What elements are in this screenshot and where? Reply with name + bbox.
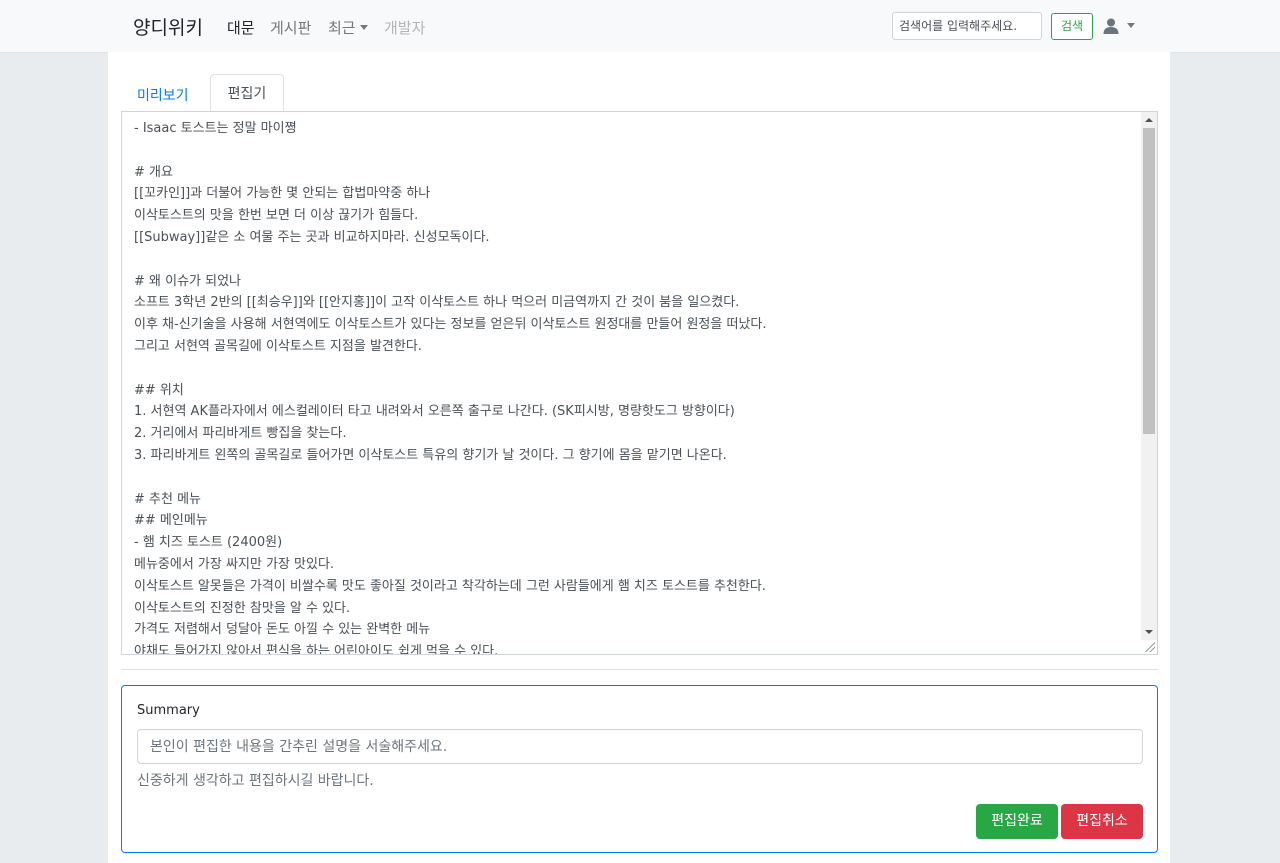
save-button[interactable]: 편집완료 [976, 804, 1058, 839]
cancel-button[interactable]: 편집취소 [1061, 804, 1143, 839]
scroll-thumb[interactable] [1143, 128, 1155, 434]
user-menu-dropdown[interactable] [1103, 17, 1137, 35]
editor-textarea[interactable]: - Isaac 토스트는 정말 마이쪙 # 개요 [[꼬카인]]과 더불어 가능… [121, 111, 1158, 655]
nav-dropdown-recent[interactable]: 최근 [328, 17, 368, 38]
nav-link-developer: 개발자 [384, 19, 426, 37]
editor-scrollbar[interactable] [1141, 112, 1157, 640]
search-input[interactable] [892, 12, 1042, 40]
nav-link-home[interactable]: 대문 [227, 17, 255, 38]
nav-link-board[interactable]: 게시판 [270, 17, 311, 38]
summary-panel: Summary 신중하게 생각하고 편집하시길 바랍니다. 편집완료 편집취소 [121, 685, 1158, 853]
brand-logo[interactable]: 양디위키 [133, 13, 203, 40]
nav-link-recent: 최근 [328, 19, 356, 37]
search-button[interactable]: 검색 [1051, 13, 1093, 40]
summary-label: Summary [137, 703, 200, 718]
divider [121, 669, 1158, 670]
scroll-down-icon[interactable] [1145, 630, 1153, 634]
summary-input[interactable] [137, 729, 1143, 764]
tab-editor[interactable]: 편집기 [210, 74, 284, 112]
tab-preview[interactable]: 미리보기 [137, 85, 189, 105]
chevron-down-icon [359, 25, 368, 30]
user-icon [1103, 18, 1119, 34]
navbar: 양디위키 대문 게시판 최근 개발자 검색 [0, 0, 1280, 53]
resize-handle-icon[interactable] [1145, 642, 1155, 652]
chevron-down-icon [1127, 23, 1135, 28]
scroll-up-icon[interactable] [1145, 118, 1153, 122]
summary-help-text: 신중하게 생각하고 편집하시길 바랍니다. [137, 773, 374, 789]
editor-content[interactable]: - Isaac 토스트는 정말 마이쪙 # 개요 [[꼬카인]]과 더불어 가능… [134, 118, 1139, 654]
